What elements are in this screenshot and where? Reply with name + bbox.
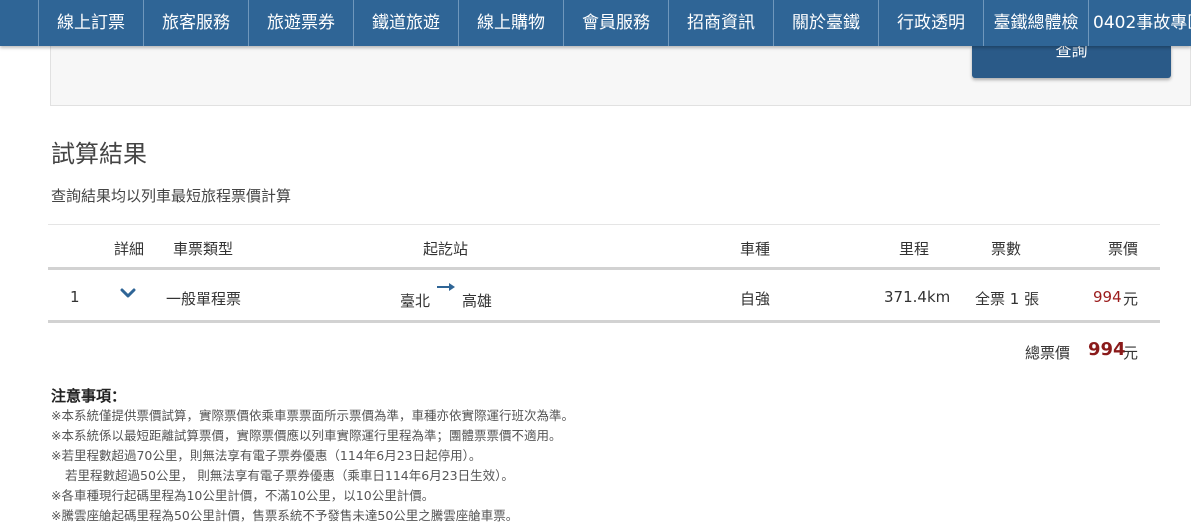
row-ticket-type: 一般單程票 — [166, 290, 242, 308]
nav-overall-inspection[interactable]: 臺鐵總體檢 — [983, 0, 1088, 46]
top-navigation: 線上訂票 旅客服務 旅遊票券 鐵道旅遊 線上購物 會員服務 招商資訊 關於臺鐵 … — [0, 0, 1191, 46]
nav-administrative-transparency[interactable]: 行政透明 — [878, 0, 983, 46]
notice-line: ※各車種現行起碼里程為10公里計價，不滿10公里，以10公里計價。 — [51, 488, 435, 503]
row-divider — [48, 320, 1160, 323]
notice-line: ※本系統係以最短距離試算票價，實際票價應以列車實際運行里程為準；團體票票價不適用… — [51, 428, 562, 443]
result-note: 查詢結果均以列車最短旅程票價計算 — [51, 187, 292, 205]
query-button[interactable]: 查詢 — [972, 46, 1171, 78]
notice-list: ※本系統僅提供票價試算，實際票價依乘車票票面所示票價為準，車種亦依實際運行班次為… — [51, 406, 574, 526]
row-index: 1 — [70, 288, 80, 306]
table-top-divider — [48, 224, 1160, 225]
arrow-right-icon — [437, 283, 455, 291]
nav-passenger-service[interactable]: 旅客服務 — [143, 0, 248, 46]
row-from-station: 臺北 — [400, 292, 431, 310]
header-ticket-count: 票數 — [991, 240, 1022, 258]
nav-investment-info[interactable]: 招商資訊 — [668, 0, 773, 46]
row-train-type: 自強 — [740, 290, 771, 308]
notice-title: 注意事項： — [51, 387, 127, 405]
row-to-station: 高雄 — [462, 292, 493, 310]
total-value: 994 — [1088, 339, 1126, 360]
nav-travel-tickets[interactable]: 旅遊票券 — [248, 0, 353, 46]
nav-member-service[interactable]: 會員服務 — [563, 0, 668, 46]
table-row: 1 一般單程票 臺北 高雄 自強 371.4km 全票 1 張 994 元 — [48, 270, 1160, 320]
total-unit: 元 — [1123, 344, 1139, 362]
nav-accident-zone[interactable]: 0402事故專區 — [1088, 0, 1191, 46]
nav-online-booking[interactable]: 線上訂票 — [38, 0, 143, 46]
header-train-type: 車種 — [740, 240, 771, 258]
chevron-down-icon[interactable] — [119, 286, 137, 300]
header-distance: 里程 — [899, 240, 930, 258]
header-stations: 起訖站 — [423, 240, 469, 258]
nav-about[interactable]: 關於臺鐵 — [773, 0, 878, 46]
row-price: 994 — [1093, 288, 1122, 306]
header-detail: 詳細 — [114, 240, 145, 258]
notice-line: ※騰雲座艙起碼里程為50公里計價，售票系統不予發售未達50公里之騰雲座艙車票。 — [51, 508, 519, 523]
notice-line: ※若里程數超過70公里，則無法享有電子票券優惠（114年6月23日起停用）。 — [51, 448, 482, 463]
header-ticket-type: 車票類型 — [173, 240, 234, 258]
notice-line: 若里程數超過50公里， 則無法享有電子票券優惠（乘車日114年6月23日生效）。 — [65, 468, 514, 483]
row-ticket-count: 全票 1 張 — [975, 290, 1040, 308]
notice-line: ※本系統僅提供票價試算，實際票價依乘車票票面所示票價為準，車種亦依實際運行班次為… — [51, 408, 574, 423]
row-distance: 371.4km — [884, 288, 951, 306]
total-label: 總票價 — [1025, 344, 1071, 362]
header-price: 票價 — [1108, 240, 1139, 258]
row-price-unit: 元 — [1123, 290, 1139, 308]
nav-rail-tourism[interactable]: 鐵道旅遊 — [353, 0, 458, 46]
result-title: 試算結果 — [51, 140, 147, 168]
nav-online-shopping[interactable]: 線上購物 — [458, 0, 563, 46]
